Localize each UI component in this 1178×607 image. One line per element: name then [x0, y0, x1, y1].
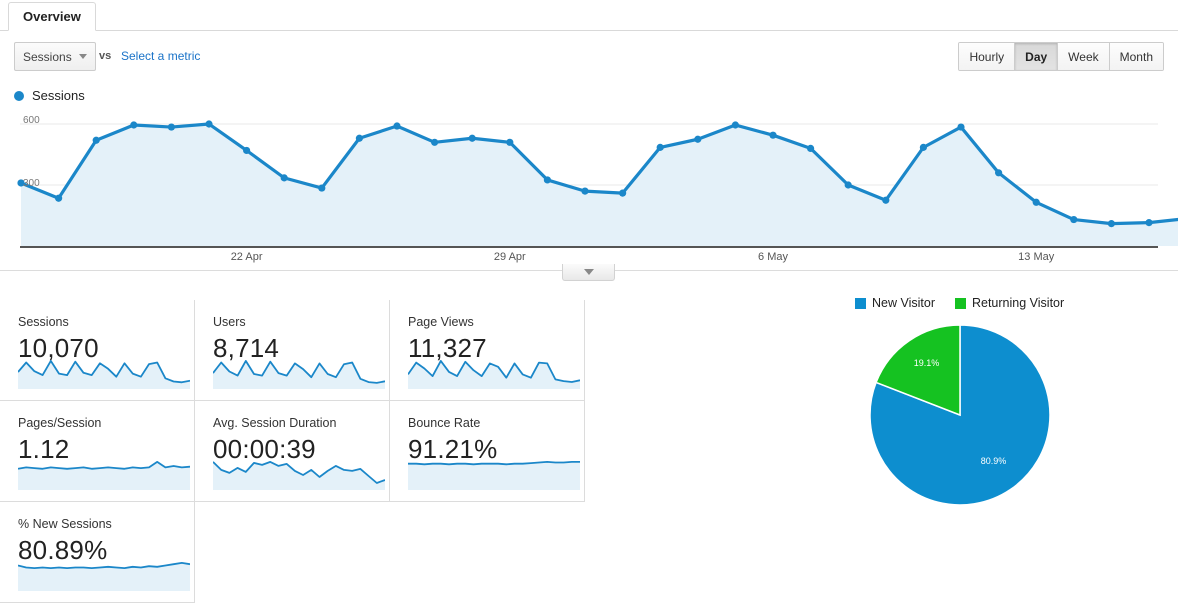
- pie-legend-label: New Visitor: [872, 296, 935, 310]
- x-axis-tick-22-apr: 22 Apr: [230, 251, 263, 263]
- metric-cards: Sessions 10,070 Users 8,714 Page Views 1…: [0, 300, 600, 603]
- visitor-type-pie-panel: New Visitor Returning Visitor 80.9% 19.1%: [800, 290, 1160, 530]
- metric-card-pages-session[interactable]: Pages/Session 1.12: [0, 401, 195, 502]
- metric-card-sessions[interactable]: Sessions 10,070: [0, 300, 195, 401]
- x-axis-tick-6-may: 6 May: [758, 251, 788, 263]
- tab-strip-divider: [0, 30, 1178, 31]
- pie-legend-item-new-visitor[interactable]: New Visitor: [855, 296, 935, 310]
- chevron-down-icon: [583, 269, 594, 275]
- metric-card-title: % New Sessions: [18, 517, 112, 531]
- granularity-button-group: Hourly Day Week Month: [958, 42, 1164, 71]
- metric-select-value: Sessions: [23, 49, 72, 64]
- series-color-dot-icon: [14, 90, 24, 101]
- metric-card-sparkline: [213, 461, 385, 490]
- metric-card-title: Pages/Session: [18, 416, 102, 430]
- returning-visitor-color-swatch-icon: [954, 297, 966, 309]
- metric-card-title: Avg. Session Duration: [213, 416, 337, 430]
- metric-card-avg-session-duration[interactable]: Avg. Session Duration 00:00:39: [195, 401, 390, 502]
- sessions-chart-svg: [17, 120, 1178, 246]
- metric-card-sparkline: [408, 461, 580, 490]
- granularity-day-button[interactable]: Day: [1015, 43, 1059, 70]
- metric-card-users[interactable]: Users 8,714: [195, 300, 390, 401]
- metric-card-sparkline: [18, 461, 190, 490]
- pie-legend-item-returning-visitor[interactable]: Returning Visitor: [954, 296, 1065, 310]
- x-axis-tick-29-apr: 29 Apr: [493, 251, 526, 263]
- metric-card-row: Pages/Session 1.12 Avg. Session Duration…: [0, 401, 600, 502]
- series-legend-label: Sessions: [32, 88, 85, 103]
- visitor-type-pie-chart[interactable]: 80.9% 19.1%: [860, 315, 1060, 515]
- metric-card-bounce-rate[interactable]: Bounce Rate 91.21%: [390, 401, 585, 502]
- metric-card-title: Page Views: [408, 315, 474, 329]
- svg-text:80.9%: 80.9%: [981, 456, 1007, 466]
- granularity-hourly-button[interactable]: Hourly: [959, 43, 1016, 70]
- vs-label: vs: [99, 50, 112, 62]
- pie-legend: New Visitor Returning Visitor: [855, 296, 1064, 310]
- chart-x-axis: [20, 246, 1158, 248]
- metric-select[interactable]: Sessions: [14, 42, 96, 71]
- metric-card-title: Bounce Rate: [408, 416, 481, 430]
- chart-collapse-handle[interactable]: [562, 264, 615, 281]
- x-axis-tick-13-may: 13 May: [1018, 251, 1055, 263]
- analytics-overview-page: Overview Sessions vs Select a metric Hou…: [0, 0, 1178, 607]
- y-axis-tick-300: 300: [23, 178, 40, 189]
- pie-legend-label: Returning Visitor: [971, 296, 1065, 310]
- sessions-timeseries-chart[interactable]: [0, 110, 1178, 275]
- metric-card-sparkline: [18, 562, 190, 591]
- metric-card-sparkline: [213, 360, 385, 389]
- metric-card-row: % New Sessions 80.89%: [0, 502, 600, 603]
- metric-card-sparkline: [18, 360, 190, 389]
- y-axis-tick-600: 600: [23, 115, 40, 126]
- metric-card-percent-new-sessions[interactable]: % New Sessions 80.89%: [0, 502, 195, 603]
- granularity-week-button[interactable]: Week: [1058, 43, 1110, 70]
- metric-card-row: Sessions 10,070 Users 8,714 Page Views 1…: [0, 300, 600, 401]
- svg-text:19.1%: 19.1%: [914, 358, 940, 368]
- metric-card-title: Sessions: [18, 315, 69, 329]
- metric-card-page-views[interactable]: Page Views 11,327: [390, 300, 585, 401]
- new-visitor-color-swatch-icon: [855, 297, 866, 309]
- tab-strip: Overview: [0, 0, 1178, 31]
- tab-overview[interactable]: Overview: [8, 2, 96, 31]
- granularity-month-button[interactable]: Month: [1109, 43, 1163, 70]
- metric-card-title: Users: [213, 315, 246, 329]
- chevron-down-icon: [79, 54, 87, 59]
- select-a-metric-link[interactable]: Select a metric: [121, 49, 200, 63]
- chart-series-legend: Sessions: [14, 88, 85, 103]
- tab-overview-label: Overview: [23, 9, 81, 24]
- metric-card-sparkline: [408, 360, 580, 389]
